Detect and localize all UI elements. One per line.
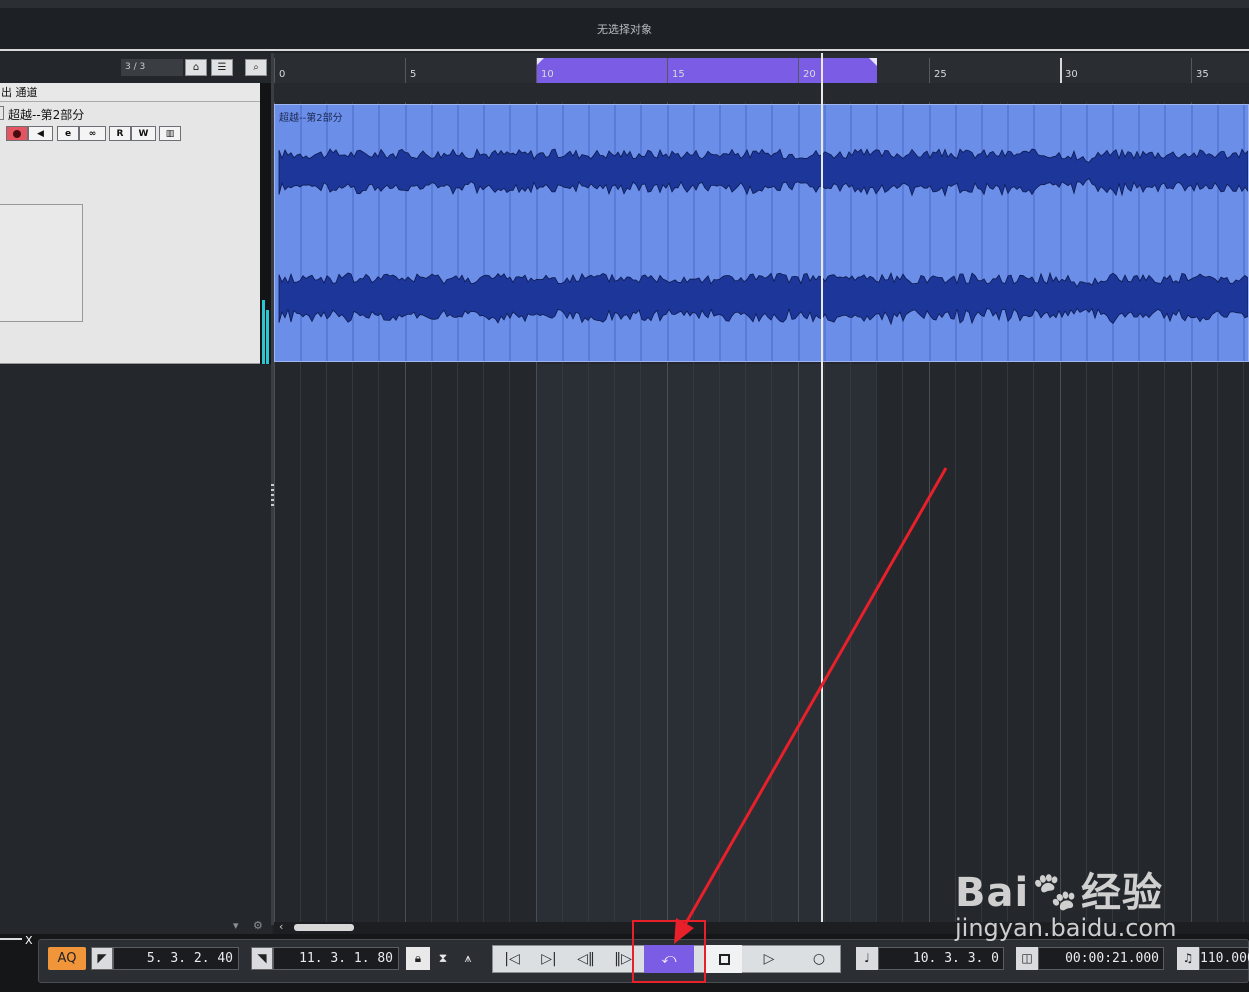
paw-icon: 🐾︎ [1029, 870, 1081, 916]
baidu-watermark: Bai🐾︎经验 jingyan.baidu.com [955, 860, 1176, 942]
cubase-project-window: 无选择对象 3 / 3 ⌂ ☰ ⌕ 出 通道 超越--第2部分 ◀ e ∞ R … [0, 0, 1249, 992]
watermark-brand: Bai [955, 870, 1030, 916]
annotation-arrow [674, 467, 948, 944]
watermark-url: jingyan.baidu.com [955, 914, 1177, 942]
watermark-brand-cn: 经验 [1080, 870, 1163, 916]
